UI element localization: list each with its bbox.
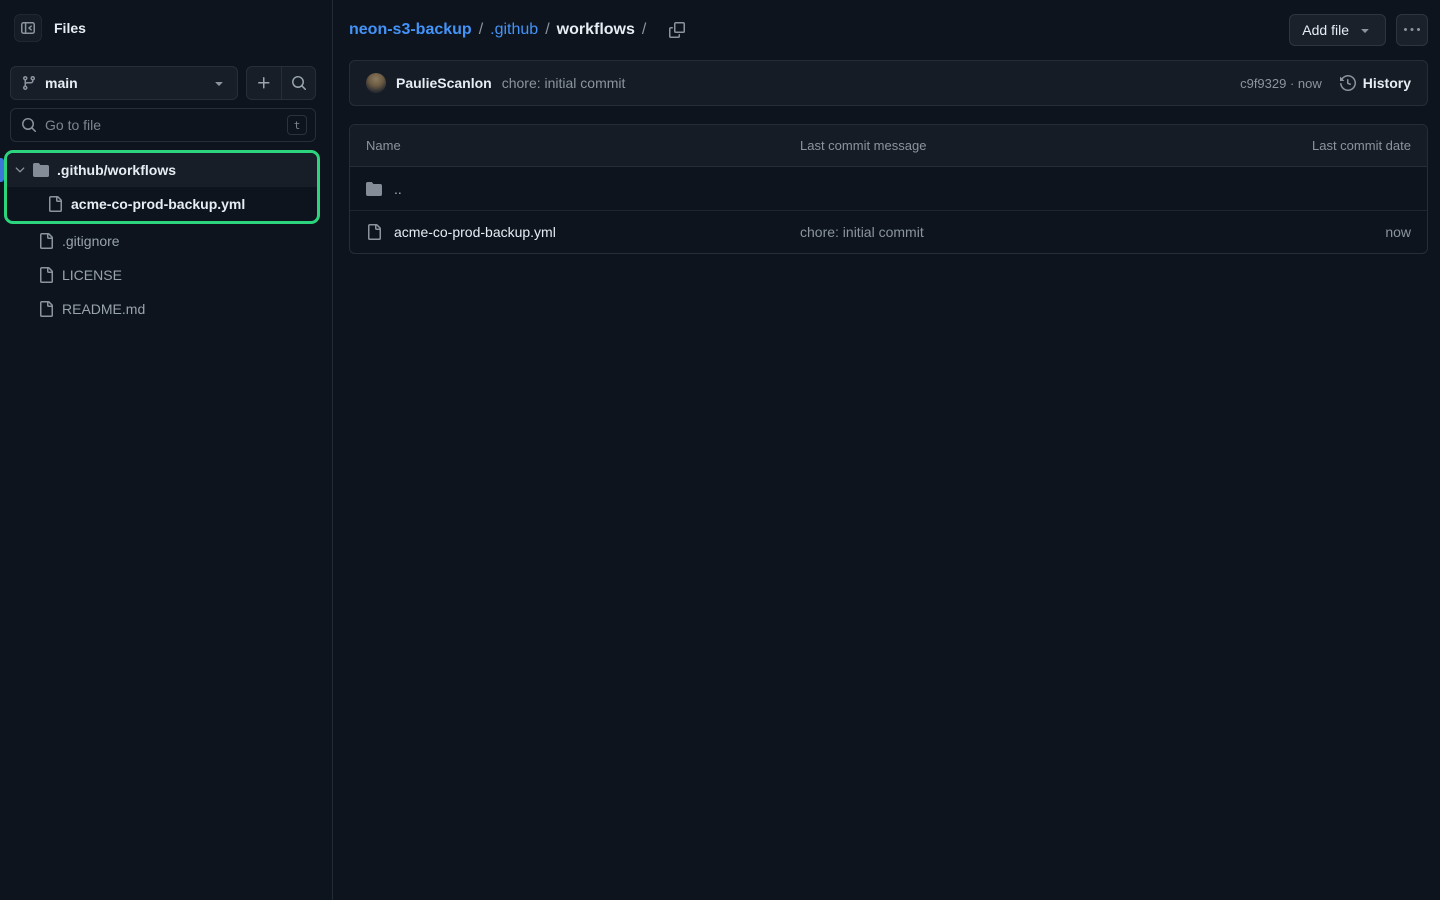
header-actions: Add file [1289,14,1428,46]
avatar[interactable] [366,73,386,93]
tree-action-group [246,66,316,100]
latest-commit-bar: PaulieScanlon chore: initial commit c9f9… [349,60,1428,106]
tree-item-github-workflows[interactable]: .github/workflows [7,153,317,187]
main-content: neon-s3-backup / .github / workflows / A… [333,0,1440,900]
row-name[interactable]: .. [394,181,402,197]
git-branch-icon [21,75,37,91]
chevron-down-icon [13,163,27,177]
folder-icon [366,181,382,197]
search-icon [291,75,307,91]
tree-item-label: acme-co-prod-backup.yml [71,196,245,212]
kebab-horizontal-icon [1404,22,1420,38]
annotation-highlight-box: .github/workflows acme-co-prod-backup.ym… [4,150,320,224]
breadcrumb-separator: / [479,21,483,39]
commit-meta: c9f9329 · now History [1240,75,1411,91]
file-icon [47,196,63,212]
plus-icon [256,75,272,91]
sidebar-title: Files [54,20,86,36]
tree-item-acme-co-prod-backup[interactable]: acme-co-prod-backup.yml [7,187,317,221]
tree-item-label: README.md [62,301,145,317]
breadcrumb-current: workflows [557,21,635,39]
add-file-label: Add file [1302,22,1349,38]
repo-code-page: Files main [0,0,1440,900]
folder-open-icon [33,162,49,178]
file-icon [38,233,54,249]
chevron-down-icon [1357,22,1373,38]
go-to-file-search: t [10,108,316,142]
file-icon [38,267,54,283]
file-tree-sidebar: Files main [0,0,333,900]
branch-name: main [45,75,78,91]
collapse-sidebar-button[interactable] [14,14,42,42]
row-commit-message[interactable]: chore: initial commit [800,224,1251,240]
table-header: Name Last commit message Last commit dat… [350,125,1427,167]
tree-item-gitignore[interactable]: .gitignore [0,224,332,258]
row-commit-date: now [1251,224,1411,240]
tree-item-label: .gitignore [62,233,120,249]
shortcut-key-badge: t [287,115,307,135]
commit-message[interactable]: chore: initial commit [502,75,626,91]
sidebar-controls: main [0,66,332,142]
search-icon [21,117,37,133]
breadcrumb-dir-link[interactable]: .github [490,21,538,39]
breadcrumb-separator: / [545,21,549,39]
commit-sha-and-time[interactable]: c9f9329 · now [1240,76,1322,91]
file-icon [366,224,382,240]
file-tree: .github/workflows acme-co-prod-backup.ym… [0,150,332,326]
copy-icon [669,22,685,38]
new-file-button[interactable] [247,67,281,99]
copy-path-button[interactable] [665,18,689,42]
chevron-down-icon [211,75,227,91]
commit-author[interactable]: PaulieScanlon [396,75,492,91]
content-header: neon-s3-backup / .github / workflows / A… [349,12,1428,48]
column-header-message: Last commit message [800,138,1251,153]
go-to-file-input[interactable] [45,117,279,133]
breadcrumb-separator: / [642,21,646,39]
history-link[interactable]: History [1340,75,1411,91]
tree-item-readme[interactable]: README.md [0,292,332,326]
breadcrumb-repo-link[interactable]: neon-s3-backup [349,21,472,39]
history-label: History [1363,75,1411,91]
more-options-button[interactable] [1396,14,1428,46]
file-icon [38,301,54,317]
file-listing-table: Name Last commit message Last commit dat… [349,124,1428,254]
active-tree-item-indicator [0,158,4,182]
row-name[interactable]: acme-co-prod-backup.yml [394,224,556,240]
tree-item-label: LICENSE [62,267,122,283]
history-icon [1340,75,1356,91]
sidebar-collapse-icon [20,20,36,36]
tree-item-label: .github/workflows [57,162,176,178]
search-tree-button[interactable] [281,67,315,99]
add-file-button[interactable]: Add file [1289,14,1386,46]
sidebar-header: Files [0,14,332,42]
table-row-acme-co-prod-backup[interactable]: acme-co-prod-backup.yml chore: initial c… [350,210,1427,253]
table-row-parent-directory[interactable]: .. [350,167,1427,210]
column-header-name: Name [366,138,800,153]
breadcrumb: neon-s3-backup / .github / workflows / [349,18,689,42]
column-header-date: Last commit date [1251,138,1411,153]
branch-selector[interactable]: main [10,66,238,100]
tree-item-license[interactable]: LICENSE [0,258,332,292]
